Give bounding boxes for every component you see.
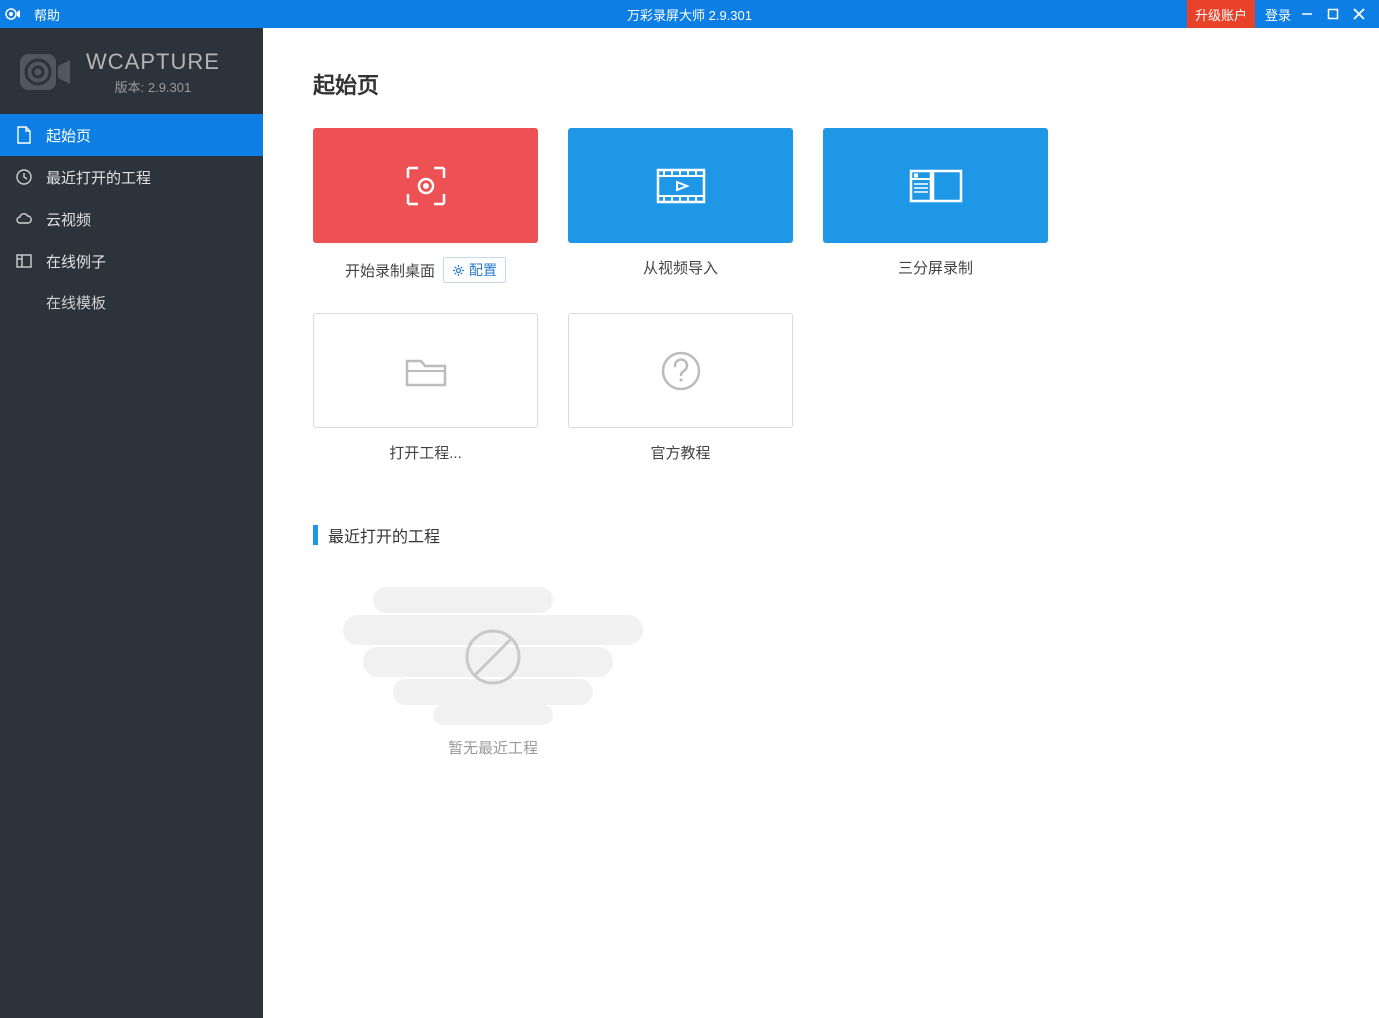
empty-state-label: 暂无最近工程 bbox=[448, 737, 538, 758]
close-button[interactable] bbox=[1353, 8, 1379, 20]
nav-label: 云视频 bbox=[46, 209, 91, 230]
record-desktop-label: 开始录制桌面 bbox=[345, 260, 435, 281]
config-label: 配置 bbox=[469, 260, 497, 280]
tutorial-card[interactable] bbox=[568, 313, 793, 428]
cards-row-1: 开始录制桌面 配置 bbox=[313, 128, 1329, 283]
upgrade-button[interactable]: 升级账户 bbox=[1187, 0, 1255, 28]
empty-state: 暂无最近工程 bbox=[333, 567, 653, 778]
brand-logo-icon bbox=[16, 48, 74, 96]
help-icon bbox=[657, 347, 705, 395]
triple-screen-label: 三分屏录制 bbox=[898, 257, 973, 278]
cloud-icon bbox=[14, 209, 34, 229]
filmstrip-icon bbox=[652, 162, 710, 210]
clock-icon bbox=[14, 167, 34, 187]
brand-version: 版本: 2.9.301 bbox=[86, 77, 220, 96]
help-menu[interactable]: 帮助 bbox=[34, 5, 60, 24]
section-accent-bar bbox=[313, 525, 318, 545]
minimize-button[interactable] bbox=[1301, 8, 1327, 20]
page-icon bbox=[14, 125, 34, 145]
record-desktop-card[interactable] bbox=[313, 128, 538, 243]
nav-online-templates[interactable]: 在线模板 bbox=[0, 282, 263, 322]
app-icon bbox=[4, 5, 22, 23]
gear-icon bbox=[452, 264, 465, 277]
main-content: 起始页 开始录制桌面 bbox=[263, 28, 1379, 1018]
open-project-card[interactable] bbox=[313, 313, 538, 428]
maximize-button[interactable] bbox=[1327, 8, 1353, 20]
open-project-label: 打开工程... bbox=[389, 442, 462, 463]
forbidden-icon bbox=[461, 625, 525, 689]
cards-row-2: 打开工程... 官方教程 bbox=[313, 313, 1329, 463]
login-button[interactable]: 登录 bbox=[1255, 5, 1301, 24]
config-button[interactable]: 配置 bbox=[443, 257, 506, 283]
folder-icon bbox=[399, 349, 453, 393]
nav-online-examples[interactable]: 在线例子 bbox=[0, 240, 263, 282]
brand-name: WCAPTURE bbox=[86, 49, 220, 75]
title-bar: 帮助 万彩录屏大师 2.9.301 升级账户 登录 bbox=[0, 0, 1379, 28]
import-video-label: 从视频导入 bbox=[643, 257, 718, 278]
recent-section-header: 最近打开的工程 bbox=[313, 523, 1329, 547]
recent-section-title: 最近打开的工程 bbox=[328, 523, 440, 547]
tutorial-label: 官方教程 bbox=[650, 442, 710, 463]
nav-label: 在线例子 bbox=[46, 251, 106, 272]
triple-screen-icon bbox=[905, 163, 967, 209]
import-video-card[interactable] bbox=[568, 128, 793, 243]
empty-illustration bbox=[343, 587, 643, 727]
nav-cloud-video[interactable]: 云视频 bbox=[0, 198, 263, 240]
nav-recent-projects[interactable]: 最近打开的工程 bbox=[0, 156, 263, 198]
page-title: 起始页 bbox=[313, 68, 1329, 100]
layout-icon bbox=[14, 251, 34, 271]
record-icon bbox=[398, 158, 454, 214]
sidebar: WCAPTURE 版本: 2.9.301 起始页 最近打开的工程 bbox=[0, 28, 263, 1018]
nav-label: 起始页 bbox=[46, 125, 91, 146]
triple-screen-card[interactable] bbox=[823, 128, 1048, 243]
branding: WCAPTURE 版本: 2.9.301 bbox=[0, 28, 263, 108]
window-title: 万彩录屏大师 2.9.301 bbox=[627, 5, 752, 24]
nav-start-page[interactable]: 起始页 bbox=[0, 114, 263, 156]
nav-label: 最近打开的工程 bbox=[46, 167, 151, 188]
nav: 起始页 最近打开的工程 云视频 在线例子 在线模板 bbox=[0, 114, 263, 322]
